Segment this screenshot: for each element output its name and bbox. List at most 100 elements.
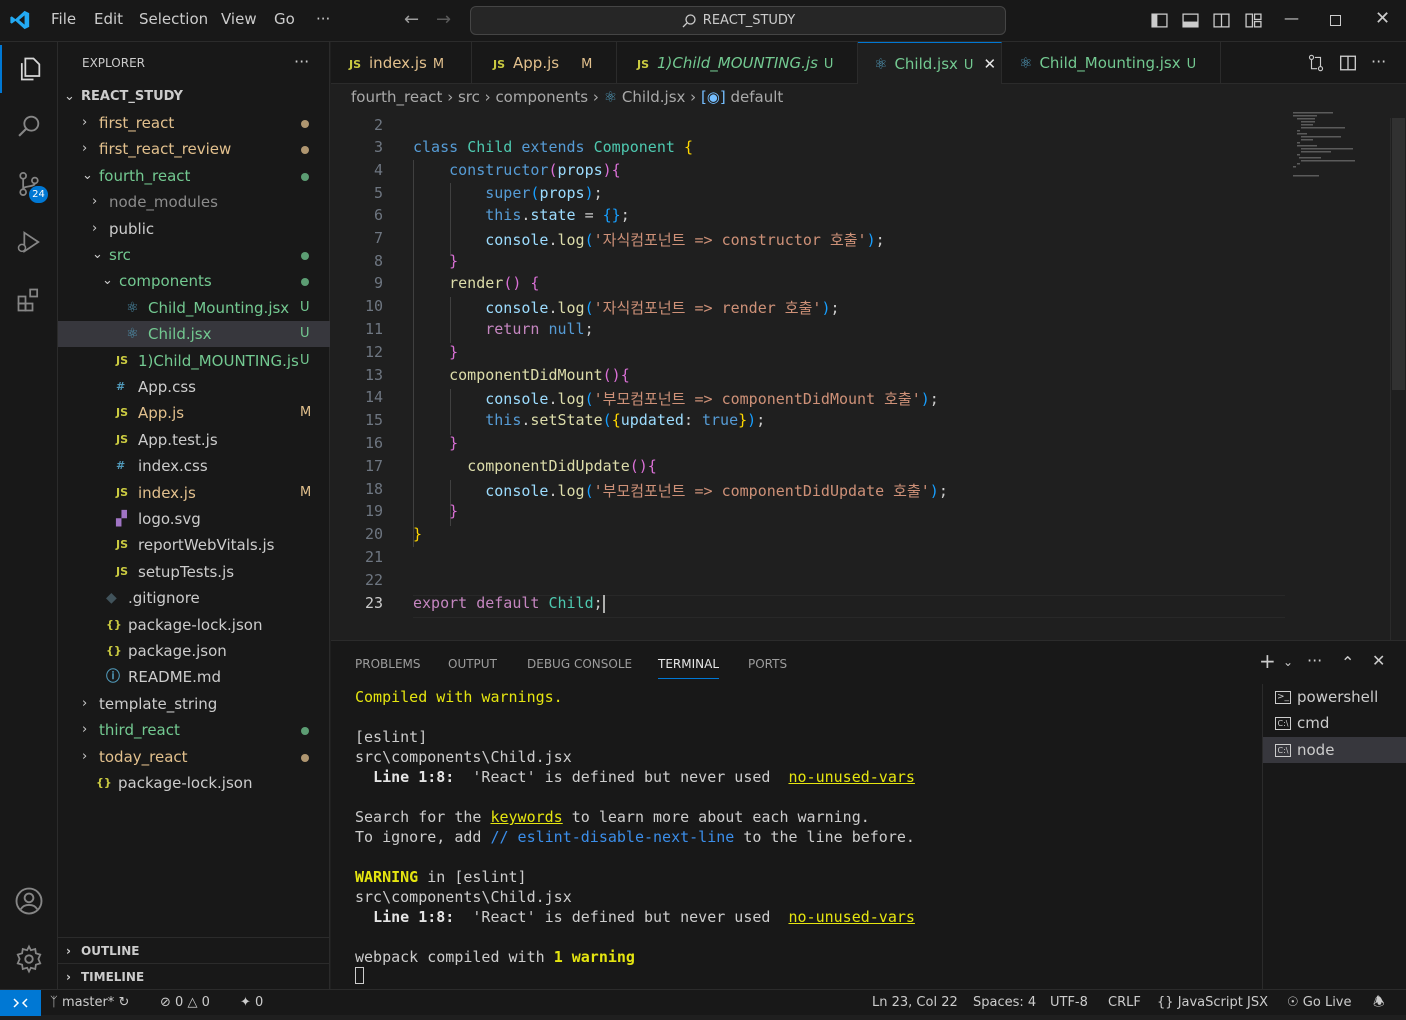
chevron-down-icon[interactable]: ⌄ xyxy=(1283,655,1293,669)
tree-item[interactable]: JS index.js M xyxy=(58,480,330,506)
tree-item[interactable]: › template_string xyxy=(58,691,330,717)
tree-item[interactable]: JS reportWebVitals.js xyxy=(58,532,330,558)
tree-item[interactable]: JS App.js M xyxy=(58,400,330,426)
source-control-activity[interactable]: 24 xyxy=(0,160,58,208)
ports-status[interactable]: ✦ 0 xyxy=(240,990,263,1016)
explorer-more-button[interactable]: ··· xyxy=(294,52,309,71)
terminal-item-cmd[interactable]: C:\ cmd xyxy=(1263,710,1406,736)
tab-child-mounting-js[interactable]: JS 1)Child_MOUNTING.js U xyxy=(617,42,858,84)
breadcrumb-item[interactable]: fourth_react xyxy=(351,88,442,106)
close-panel-icon[interactable]: ✕ xyxy=(1372,651,1385,670)
problems-status[interactable]: ⊘ 0 △ 0 xyxy=(160,990,210,1016)
back-arrow-icon[interactable]: ← xyxy=(404,9,419,30)
tree-item[interactable]: {} package.json xyxy=(58,638,330,664)
go-live-button[interactable]: ☉ Go Live xyxy=(1287,990,1352,1016)
tree-item[interactable]: ⓘ README.md xyxy=(58,664,330,690)
tab-problems[interactable]: PROBLEMS xyxy=(355,657,421,671)
menu-edit[interactable]: Edit xyxy=(94,10,123,28)
tree-item[interactable]: ⚛ Child_Mounting.jsx U xyxy=(58,295,330,321)
remote-indicator[interactable] xyxy=(0,990,41,1016)
tab-ports[interactable]: PORTS xyxy=(748,657,787,671)
breadcrumb-item[interactable]: components xyxy=(495,88,588,106)
tree-item[interactable]: {} package-lock.json xyxy=(58,612,330,638)
tree-item[interactable]: ⌄ components xyxy=(58,268,330,294)
tree-item[interactable]: ⌄ fourth_react xyxy=(58,163,330,189)
notifications-bell-icon[interactable]: 🕭 xyxy=(1373,990,1385,1016)
close-tab-icon[interactable]: ✕ xyxy=(983,55,996,73)
tree-item[interactable]: JS 1)Child_MOUNTING.js U xyxy=(58,348,330,374)
new-terminal-icon[interactable]: + xyxy=(1259,649,1276,673)
cursor-position[interactable]: Ln 23, Col 22 xyxy=(872,990,958,1016)
tree-item[interactable]: JS App.test.js xyxy=(58,427,330,453)
extensions-activity[interactable] xyxy=(0,276,58,324)
tree-item[interactable]: ⚛ Child.jsx U xyxy=(58,321,330,348)
compare-changes-icon[interactable] xyxy=(1307,54,1325,72)
menu-selection[interactable]: Selection xyxy=(139,10,208,28)
tab-terminal[interactable]: TERMINAL xyxy=(658,657,720,679)
editor-scrollbar[interactable] xyxy=(1390,118,1405,640)
terminal-text: webpack compiled with xyxy=(355,948,554,966)
editor-more-button[interactable]: ··· xyxy=(1371,52,1386,71)
customize-layout-icon[interactable] xyxy=(1245,12,1262,29)
tab-child-jsx[interactable]: ⚛ Child.jsx U ✕ xyxy=(858,42,1002,84)
panel-more-button[interactable]: ··· xyxy=(1307,651,1322,670)
close-window-icon[interactable]: ✕ xyxy=(1375,8,1390,29)
tab-index-js[interactable]: JS index.js M xyxy=(331,42,472,84)
terminal-link[interactable]: no-unused-vars xyxy=(788,908,914,926)
breadcrumb-item[interactable]: src xyxy=(458,88,480,106)
scrollbar-thumb[interactable] xyxy=(1392,118,1405,390)
eol-status[interactable]: CRLF xyxy=(1108,990,1141,1016)
tree-item[interactable]: # index.css xyxy=(58,453,330,479)
command-center-search[interactable]: REACT_STUDY xyxy=(470,6,1006,35)
maximize-icon[interactable] xyxy=(1330,15,1341,26)
outline-section[interactable]: › OUTLINE xyxy=(58,937,330,963)
workspace-root[interactable]: ⌄ REACT_STUDY xyxy=(58,84,330,110)
menu-go[interactable]: Go xyxy=(274,10,295,28)
accounts-activity[interactable] xyxy=(0,877,58,925)
minimap[interactable] xyxy=(1289,110,1391,640)
explorer-activity[interactable] xyxy=(0,45,58,93)
tab-child-mounting-jsx[interactable]: ⚛ Child_Mounting.jsx U xyxy=(1002,42,1221,84)
tree-item[interactable]: › public xyxy=(58,216,330,242)
encoding-status[interactable]: UTF-8 xyxy=(1050,990,1088,1016)
timeline-section[interactable]: › TIMELINE xyxy=(58,963,330,989)
menu-file[interactable]: File xyxy=(51,10,76,28)
run-debug-activity[interactable] xyxy=(0,218,58,266)
breadcrumb-item[interactable]: default xyxy=(731,88,784,106)
tree-item[interactable]: › first_react xyxy=(58,110,330,136)
code-editor[interactable]: 2 3 4 5 6 7 8 9 10 11 12 13 14 15 16 17 18 19 20 21 22 23 cla… xyxy=(331,110,1406,640)
toggle-panel-icon[interactable] xyxy=(1182,12,1199,29)
tab-app-js[interactable]: JS App.js M xyxy=(472,42,617,84)
terminal-link[interactable]: keywords xyxy=(490,808,562,826)
minimize-icon[interactable]: — xyxy=(1284,9,1299,27)
tab-debug-console[interactable]: DEBUG CONSOLE xyxy=(527,657,632,671)
search-activity[interactable] xyxy=(0,102,58,150)
tree-item[interactable]: {} package-lock.json xyxy=(58,770,330,796)
menu-view[interactable]: View xyxy=(221,10,257,28)
tree-item[interactable]: ▞ logo.svg xyxy=(58,506,330,532)
more-menu-button[interactable]: ··· xyxy=(316,10,330,28)
tree-item[interactable]: ⌄ src xyxy=(58,242,330,268)
branch-status[interactable]: ᛉ master* ↻ xyxy=(50,990,129,1016)
language-status[interactable]: {} JavaScript JSX xyxy=(1157,990,1268,1016)
tree-item[interactable]: › first_react_review xyxy=(58,136,330,162)
indentation-status[interactable]: Spaces: 4 xyxy=(973,990,1036,1016)
toggle-secondary-sidebar-icon[interactable] xyxy=(1213,12,1230,29)
tree-item[interactable]: JS setupTests.js xyxy=(58,559,330,585)
maximize-panel-icon[interactable]: ⌃ xyxy=(1341,653,1354,672)
tree-item[interactable]: # App.css xyxy=(58,374,330,400)
tree-item[interactable]: › today_react xyxy=(58,744,330,770)
tree-item[interactable]: › node_modules xyxy=(58,189,330,215)
tree-item[interactable]: ◆ .gitignore xyxy=(58,585,330,611)
tab-output[interactable]: OUTPUT xyxy=(448,657,497,671)
manage-activity[interactable] xyxy=(0,935,58,983)
terminal-link[interactable]: no-unused-vars xyxy=(788,768,914,786)
breadcrumb-item[interactable]: Child.jsx xyxy=(622,88,685,106)
forward-arrow-icon[interactable]: → xyxy=(436,9,451,30)
tree-item-label: template_string xyxy=(99,694,218,713)
split-editor-icon[interactable] xyxy=(1339,54,1357,72)
toggle-primary-sidebar-icon[interactable] xyxy=(1151,12,1168,29)
terminal-item-powershell[interactable]: >_ powershell xyxy=(1263,684,1406,710)
terminal-item-node[interactable]: C:\ node xyxy=(1263,737,1406,763)
tree-item[interactable]: › third_react xyxy=(58,717,330,743)
